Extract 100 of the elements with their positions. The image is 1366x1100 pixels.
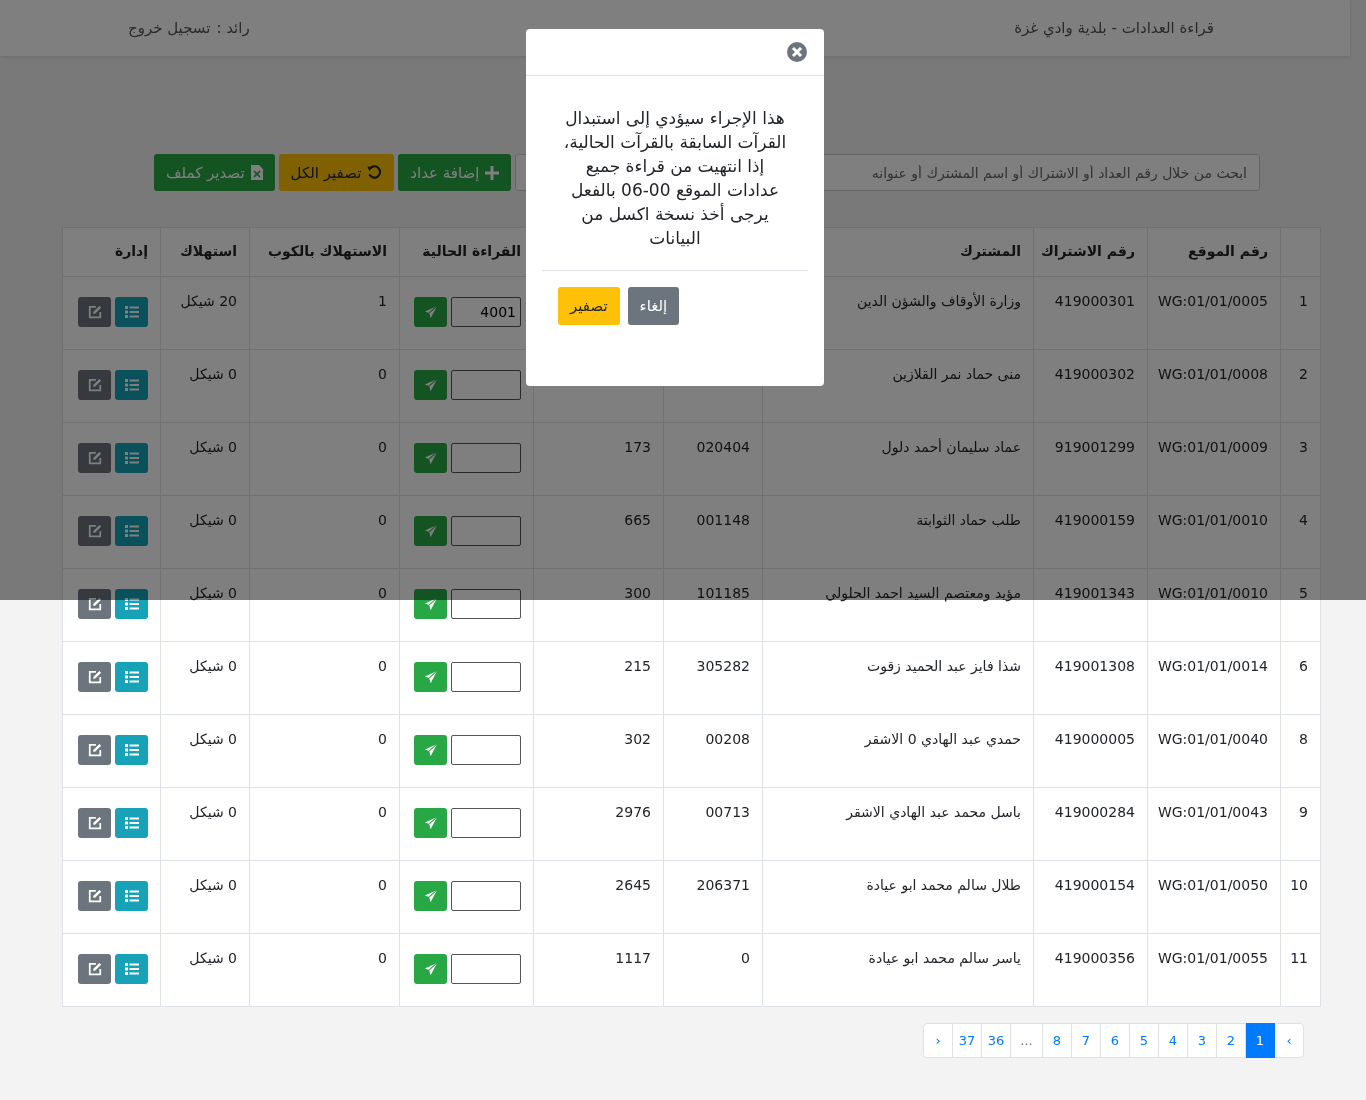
- table-cell: 0 شيكل: [160, 787, 250, 861]
- send-icon: [423, 305, 438, 319]
- table-cell: WG:01/01/0010: [1147, 495, 1281, 569]
- plus-icon: [485, 165, 500, 180]
- table-cell: WG:01/01/0005: [1147, 276, 1281, 350]
- reset-button[interactable]: تصفير: [558, 287, 620, 325]
- table-cell: 101185: [663, 568, 763, 642]
- close-icon[interactable]: [787, 42, 807, 62]
- column-header: إدارة: [62, 227, 161, 277]
- table-cell: 419000284: [1033, 787, 1148, 861]
- table-cell: 00208: [663, 714, 763, 788]
- reading-field[interactable]: 4001: [451, 297, 521, 327]
- edit-icon: [87, 524, 102, 538]
- cancel-button[interactable]: إلغاء: [627, 287, 680, 325]
- table-cell: 4: [1280, 495, 1321, 569]
- table-cell: 0 شيكل: [160, 641, 250, 715]
- page-link[interactable]: 37: [952, 1023, 982, 1058]
- subscriber-name: مؤيد ومعتصم السيد احمد الحلولي: [825, 585, 1021, 601]
- page-link[interactable]: ‹: [923, 1023, 953, 1058]
- page-link[interactable]: ...: [1010, 1023, 1043, 1058]
- list-icon: [124, 671, 139, 683]
- table-cell: 419000005: [1033, 714, 1148, 788]
- table-cell: 2: [1280, 349, 1321, 423]
- table-cell: 0 شيكل: [160, 349, 250, 423]
- page-link[interactable]: 3: [1187, 1023, 1217, 1058]
- table-cell: WG:01/01/0008: [1147, 349, 1281, 423]
- table-cell: 1117: [533, 933, 664, 1007]
- send-icon: [423, 962, 438, 976]
- table-cell: 0 شيكل: [160, 495, 250, 569]
- send-icon: [423, 743, 438, 757]
- edit-icon: [87, 378, 102, 392]
- table-cell: 0: [249, 568, 400, 642]
- reading-field[interactable]: [451, 443, 521, 473]
- table-cell: 419000154: [1033, 860, 1148, 934]
- table-cell: 1: [249, 276, 400, 350]
- page-link[interactable]: 2: [1216, 1023, 1246, 1058]
- subscriber-name: عماد سليمان أحمد دلول: [881, 439, 1021, 455]
- table-cell: 0 شيكل: [160, 860, 250, 934]
- table-cell: 9: [1280, 787, 1321, 861]
- table-cell: 0 شيكل: [160, 714, 250, 788]
- reading-field[interactable]: [451, 662, 521, 692]
- table-cell: 2645: [533, 860, 664, 934]
- details-button[interactable]: [115, 589, 148, 619]
- list-icon: [124, 525, 139, 537]
- list-icon: [124, 452, 139, 464]
- page-link[interactable]: 36: [981, 1023, 1011, 1058]
- excel-file-icon: [250, 165, 263, 180]
- add-meter-button[interactable]: إضافة عداد: [398, 154, 512, 191]
- page-link[interactable]: 6: [1100, 1023, 1130, 1058]
- page-link[interactable]: 4: [1158, 1023, 1188, 1058]
- send-button[interactable]: [414, 589, 447, 619]
- table-cell: WG:01/01/0043: [1147, 787, 1281, 861]
- subscriber-name: طلال سالم محمد ابو عيادة: [866, 877, 1021, 893]
- table-cell: 305282: [663, 641, 763, 715]
- edit-icon: [87, 962, 102, 976]
- subscriber-name: منى حماد نمر القلازين: [892, 366, 1021, 382]
- table-cell: WG:01/01/0050: [1147, 860, 1281, 934]
- table-cell: 419000159: [1033, 495, 1148, 569]
- reset-all-button[interactable]: تصفير الكل: [278, 154, 395, 191]
- table-cell: 3: [1280, 422, 1321, 496]
- edit-icon: [87, 451, 102, 465]
- page-link[interactable]: 7: [1071, 1023, 1101, 1058]
- table-cell: 0: [249, 933, 400, 1007]
- reading-field[interactable]: [451, 881, 521, 911]
- reading-field[interactable]: [451, 808, 521, 838]
- send-icon: [423, 451, 438, 465]
- edit-icon: [87, 305, 102, 319]
- page-link[interactable]: 8: [1042, 1023, 1072, 1058]
- reading-field[interactable]: [451, 589, 521, 619]
- table-cell: 173: [533, 422, 664, 496]
- subscriber-name: شذا فايز عبد الحميد زقوت: [867, 658, 1021, 674]
- edit-icon: [87, 670, 102, 684]
- reading-field[interactable]: [451, 370, 521, 400]
- edit-icon: [87, 816, 102, 830]
- edit-icon: [87, 889, 102, 903]
- logout-link[interactable]: تسجيل خروج: [128, 19, 211, 37]
- table-cell: WG:01/01/0010: [1147, 568, 1281, 642]
- list-icon: [124, 306, 139, 318]
- reading-field[interactable]: [451, 954, 521, 984]
- edit-button[interactable]: [78, 589, 111, 619]
- table-cell: 20 شيكل: [160, 276, 250, 350]
- table-cell: 0: [249, 641, 400, 715]
- reading-field[interactable]: [451, 735, 521, 765]
- page-link[interactable]: 1: [1245, 1023, 1275, 1058]
- page-link[interactable]: ›: [1274, 1023, 1304, 1058]
- table-cell: WG:01/01/0009: [1147, 422, 1281, 496]
- undo-icon: [367, 165, 383, 180]
- send-icon: [423, 378, 438, 392]
- table-cell: 0: [249, 422, 400, 496]
- send-icon: [423, 597, 438, 611]
- subscriber-name: حمدي عبد الهادي 0 الاشقر: [864, 731, 1021, 747]
- export-button[interactable]: تصدير كملف: [154, 154, 275, 191]
- list-icon: [124, 744, 139, 756]
- list-icon: [124, 817, 139, 829]
- table-cell: 0: [249, 495, 400, 569]
- subscriber-name: باسل محمد عبد الهادي الاشقر: [846, 804, 1021, 820]
- page-link[interactable]: 5: [1129, 1023, 1159, 1058]
- reading-field[interactable]: [451, 516, 521, 546]
- edit-icon: [87, 743, 102, 757]
- column-header: الاستهلاك بالكوب: [249, 227, 400, 277]
